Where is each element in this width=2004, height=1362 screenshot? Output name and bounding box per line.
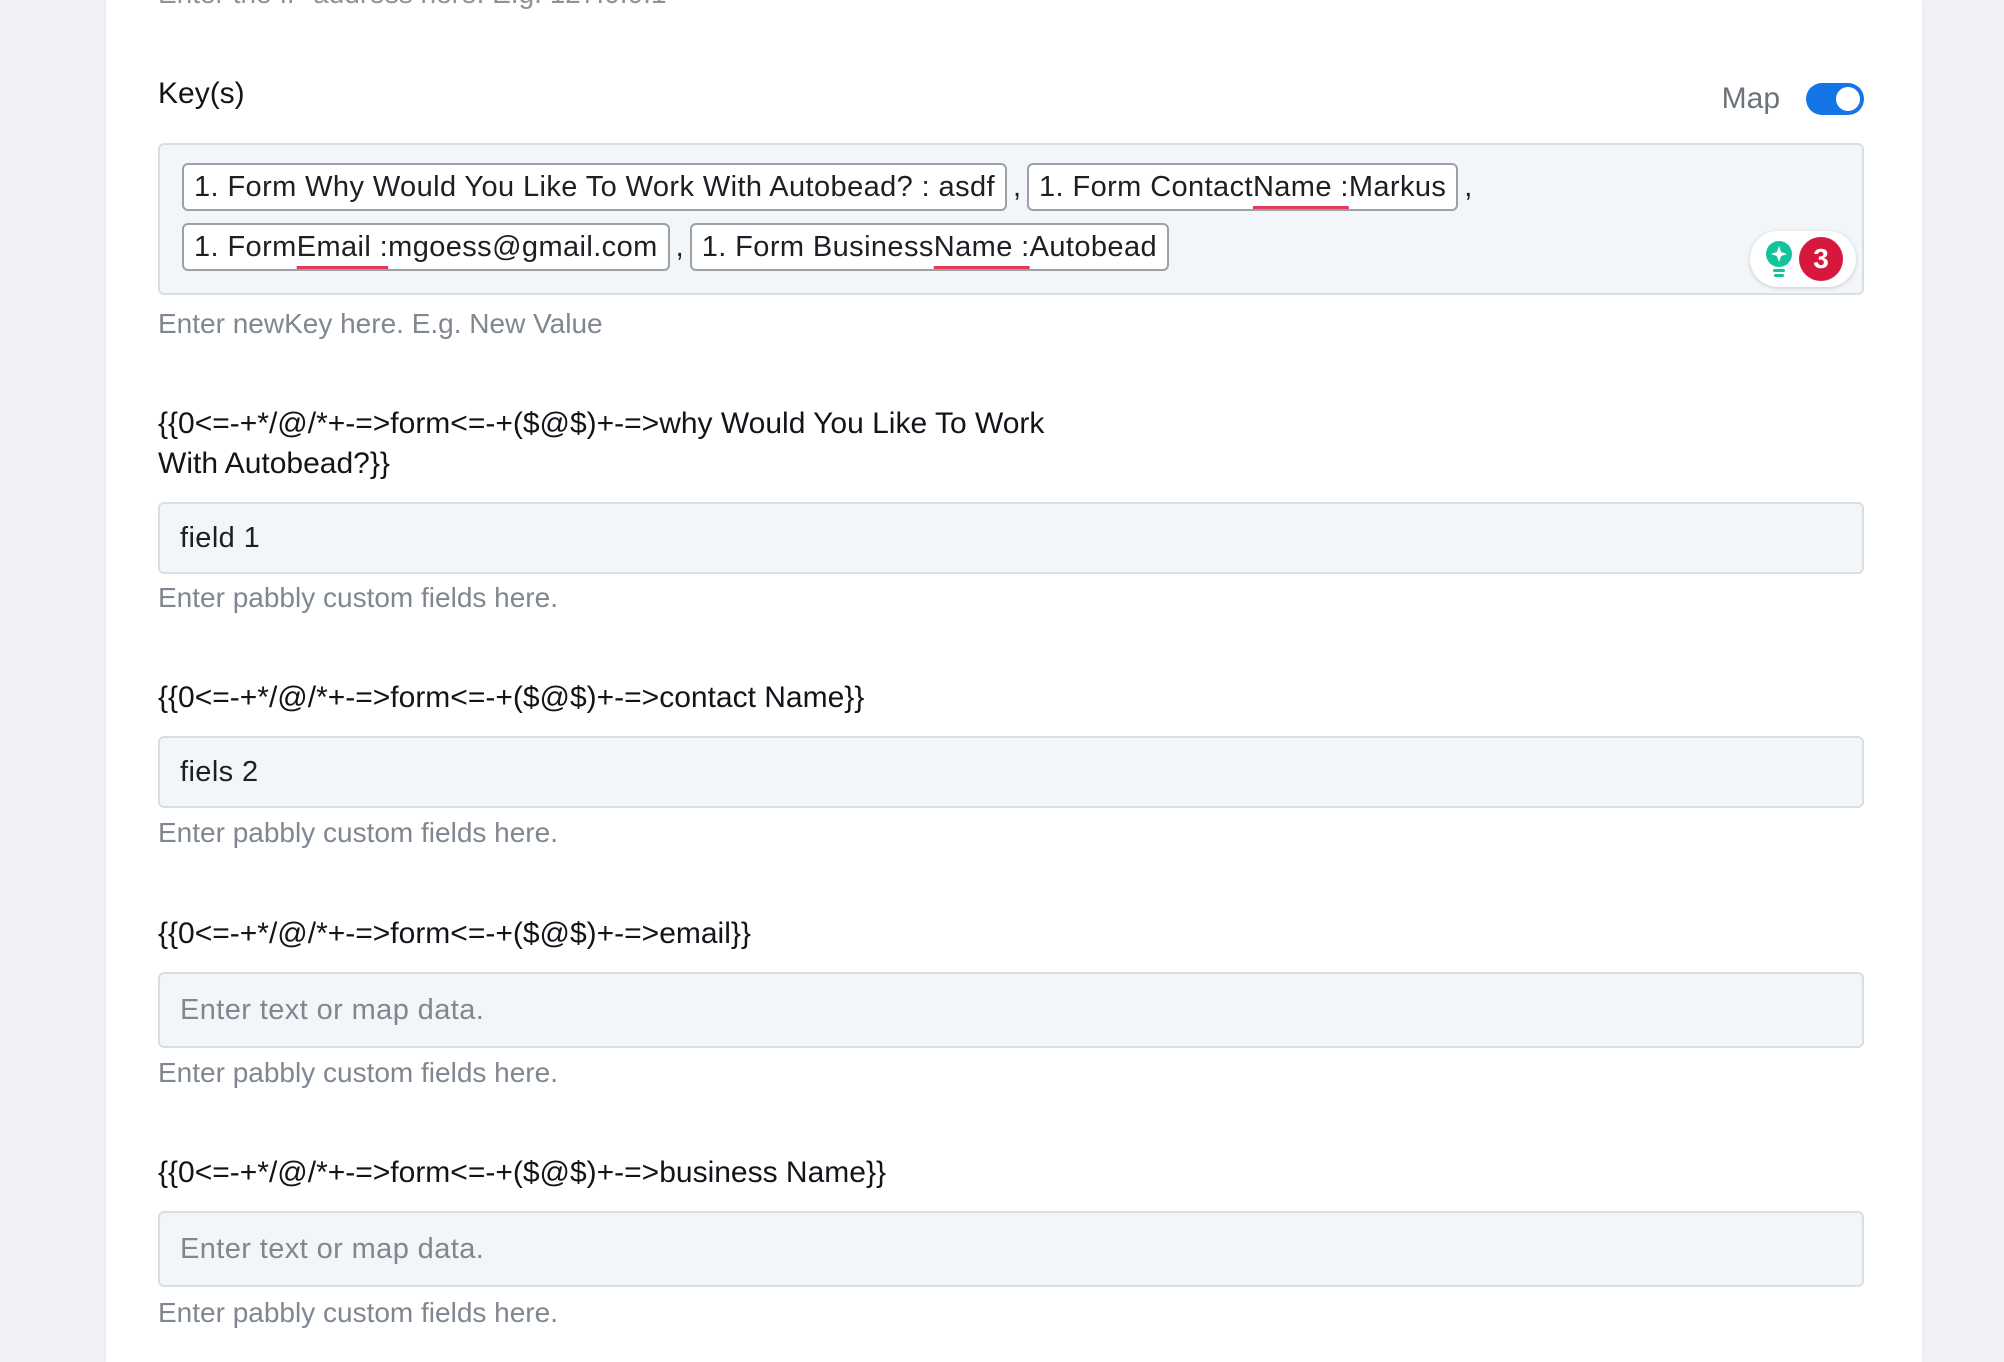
key-tag-text: 1. Form Business [701,230,934,263]
key-tag[interactable]: 1. Form Why Would You Like To Work With … [182,163,1007,211]
custom-field-input[interactable]: field 1 [158,502,1864,574]
spelling-underline[interactable]: Email : [297,231,388,264]
field-label-line: {{0<=-+*/@/*+-=>form<=-+($@$)+-=>why Wou… [158,407,1045,440]
field-label: {{0<=-+*/@/*+-=>form<=-+($@$)+-=>busines… [158,1156,886,1189]
key-tag-text: 1. Form Contact [1039,170,1253,203]
tag-line-2: 1. Form Email : mgoess@gmail.com , 1. Fo… [182,223,1170,271]
keys-label: Key(s) [158,77,245,110]
map-label: Map [1721,82,1780,115]
field-placeholder: Enter text or map data. [180,1232,485,1265]
custom-field-input[interactable]: Enter text or map data. [158,972,1864,1048]
grammarly-count-badge: 3 [1799,237,1843,281]
custom-field-input[interactable]: fiels 2 [158,736,1864,808]
key-tag-text: 1. Form [194,230,297,263]
spelling-underline[interactable]: Name : [1253,171,1349,204]
key-tag-value: mgoess@gmail.com [388,230,658,263]
field-help: Enter pabbly custom fields here. [158,582,558,613]
keys-input[interactable]: 1. Form Why Would You Like To Work With … [158,143,1864,295]
keys-help: Enter newKey here. E.g. New Value [158,308,603,339]
key-tag[interactable]: 1. Form Email : mgoess@gmail.com [182,223,670,271]
tag-separator: , [1464,170,1473,203]
field-label-line: With Autobead?}} [158,447,390,480]
field-label: {{0<=-+*/@/*+-=>form<=-+($@$)+-=>why Wou… [158,404,1044,484]
toggle-knob [1836,87,1860,111]
form-card: Enter the IP address here. E.g. 127.0.0.… [106,0,1922,1362]
key-tag-text: 1. Form Why Would You Like To Work With … [194,170,995,203]
field-label: {{0<=-+*/@/*+-=>form<=-+($@$)+-=>contact… [158,681,865,714]
field-label: {{0<=-+*/@/*+-=>form<=-+($@$)+-=>email}} [158,917,751,950]
key-tag-value: Markus [1348,170,1447,203]
grammarly-widget[interactable]: 3 [1750,231,1856,287]
key-tag[interactable]: 1. Form Business Name : Autobead [689,223,1170,271]
tag-separator: , [675,230,684,263]
key-tag-value: Autobead [1029,230,1158,263]
field-help: Enter pabbly custom fields here. [158,1057,558,1088]
field-help: Enter pabbly custom fields here. [158,1297,558,1328]
spelling-underline[interactable]: Name : [934,231,1030,264]
key-tag[interactable]: 1. Form Contact Name : Markus [1027,163,1459,211]
field-help: Enter pabbly custom fields here. [158,817,558,848]
field-placeholder: Enter text or map data. [180,993,485,1026]
tag-line-1: 1. Form Why Would You Like To Work With … [182,163,1478,211]
lightbulb-icon [1766,241,1792,277]
field-value: field 1 [180,521,261,554]
field-value: fiels 2 [180,755,259,788]
custom-field-input[interactable]: Enter text or map data. [158,1211,1864,1287]
map-toggle-row: Map [1722,82,1864,116]
tag-separator: , [1012,170,1022,203]
previous-field-help: Enter the IP address here. E.g. 127.0.0.… [158,0,666,10]
map-toggle[interactable] [1806,83,1864,115]
